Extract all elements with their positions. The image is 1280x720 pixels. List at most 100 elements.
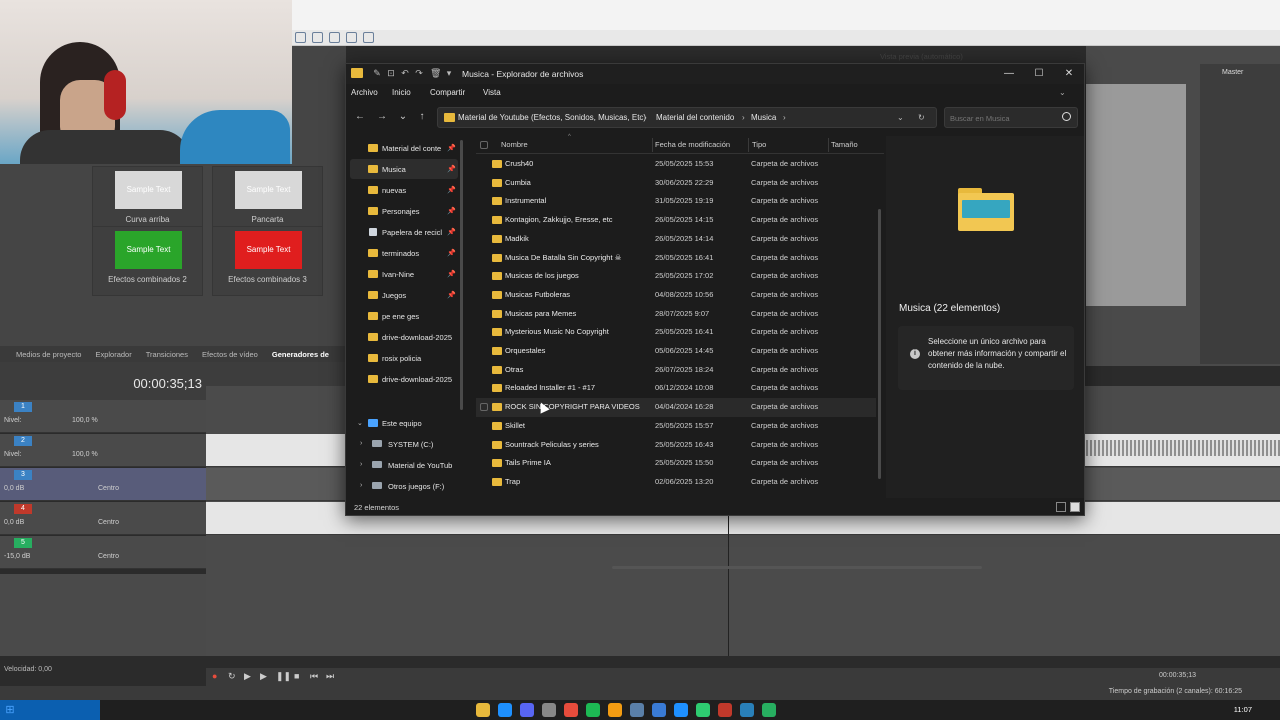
large-icons-view-icon[interactable] <box>1070 502 1080 512</box>
forward-icon[interactable]: → <box>375 110 389 124</box>
tab-generators[interactable]: Generadores de <box>272 350 329 359</box>
file-row[interactable]: Instrumental 31/05/2025 19:19 Carpeta de a… <box>476 192 876 211</box>
tab-video-effects[interactable]: Efectos de vídeo <box>202 350 258 359</box>
taskbar-app-icon[interactable] <box>498 703 512 717</box>
nav-item-nuevas[interactable]: nuevas 📌 <box>350 180 458 200</box>
column-date[interactable]: Fecha de modificación <box>655 140 730 149</box>
windows-start-icon[interactable]: ⊞ <box>2 702 18 718</box>
taskbar-app-icon[interactable] <box>762 703 776 717</box>
refresh-icon[interactable]: ↻ <box>918 113 925 122</box>
nav-item-personajes[interactable]: Personajes 📌 <box>350 201 458 221</box>
track-header[interactable]: 3 0,0 dB Centro <box>0 468 206 501</box>
nav-item-drive-download-2[interactable]: drive-download-2025 <box>350 369 458 389</box>
record-icon[interactable]: ● <box>212 671 217 681</box>
horizontal-scrollbar[interactable] <box>612 566 982 569</box>
chevron-right-icon[interactable]: › <box>360 461 362 468</box>
redo-icon[interactable]: ↷ <box>414 68 424 78</box>
customize-quick-access-icon[interactable]: ▾ <box>444 68 454 78</box>
menu-vista[interactable]: Vista <box>483 88 501 97</box>
taskbar-app-icon[interactable] <box>520 703 534 717</box>
menu-compartir[interactable]: Compartir <box>430 88 465 97</box>
tab-project-media[interactable]: Medios de proyecto <box>16 350 81 359</box>
taskbar-app-icon[interactable] <box>630 703 644 717</box>
search-input[interactable] <box>950 112 1055 124</box>
file-row[interactable]: Cumbia 30/06/2025 22:29 Carpeta de archivo… <box>476 174 876 193</box>
track-header[interactable]: 5 -15,0 dB Centro <box>0 536 206 569</box>
properties-icon[interactable]: ✎ <box>372 68 382 78</box>
file-row[interactable]: Skillet 25/05/2025 15:57 Carpeta de archiv… <box>476 417 876 436</box>
fx-tile[interactable]: Sample Text Efectos combinados 3 <box>212 226 323 296</box>
file-row[interactable]: Mysterious Music No Copyright 25/05/2025 … <box>476 323 876 342</box>
taskbar-app-icon[interactable] <box>740 703 754 717</box>
taskbar-app-icon[interactable] <box>542 703 556 717</box>
play-icon[interactable]: ▶ <box>244 671 251 682</box>
cursor-tool-icon[interactable] <box>295 32 306 43</box>
file-row[interactable]: Tails Prime IA 25/05/2025 15:50 Carpeta de… <box>476 454 876 473</box>
file-row[interactable]: Trap 02/06/2025 13:20 Carpeta de archivos <box>476 473 876 492</box>
breadcrumb-item[interactable]: Material del contenido <box>656 113 734 122</box>
file-list-scrollbar[interactable] <box>878 209 881 479</box>
details-view-icon[interactable] <box>1056 502 1066 512</box>
edit-tool-icon[interactable] <box>312 32 323 43</box>
file-row[interactable]: Crush40 25/05/2025 15:53 Carpeta de archiv… <box>476 155 876 174</box>
file-row[interactable]: Orquestales 05/06/2025 14:45 Carpeta de ar… <box>476 342 876 361</box>
new-folder-icon[interactable]: ⊡ <box>386 68 396 78</box>
play-from-start-icon[interactable]: ▶ <box>260 671 267 682</box>
nav-item-papelera[interactable]: Papelera de recicl 📌 <box>350 222 458 242</box>
track-header[interactable]: 1 Nivel: 100,0 % <box>0 400 206 433</box>
breadcrumb-item[interactable]: Musica <box>751 113 776 122</box>
taskbar-app-icon[interactable] <box>652 703 666 717</box>
file-row[interactable]: Kontagion, Zakkujjo, Eresse, etc 26/05/20… <box>476 211 876 230</box>
go-start-icon[interactable]: ⏮ <box>310 671 318 682</box>
menu-archivo[interactable]: Archivo <box>351 88 378 97</box>
column-divider[interactable] <box>748 138 749 152</box>
nav-item-juegos[interactable]: Juegos 📌 <box>350 285 458 305</box>
taskbar-app-icon[interactable] <box>586 703 600 717</box>
address-dropdown-icon[interactable]: ⌄ <box>897 113 904 122</box>
chevron-right-icon[interactable]: › <box>360 482 362 489</box>
select-tool-icon[interactable] <box>346 32 357 43</box>
nav-item-pe-ene-ges[interactable]: pe ene ges <box>350 306 458 326</box>
column-size[interactable]: Tamaño <box>831 140 858 149</box>
fx-tile[interactable]: Sample Text Efectos combinados 2 <box>92 226 203 296</box>
loop-icon[interactable]: ↻ <box>228 671 236 682</box>
taskbar-app-icon[interactable] <box>608 703 622 717</box>
nav-item-material-del-contenido[interactable]: Material del conte 📌 <box>350 138 458 158</box>
pause-icon[interactable]: ❚❚ <box>276 671 291 682</box>
taskbar-app-icon[interactable] <box>564 703 578 717</box>
preview-quality-label[interactable]: Vista previa (automático) <box>880 52 963 61</box>
explorer-titlebar[interactable]: ✎ ⊡ ↶ ↷ 🗑 ▾ Musica - Explorador de archi… <box>346 64 1084 84</box>
tab-transitions[interactable]: Transiciones <box>146 350 188 359</box>
envelope-tool-icon[interactable] <box>363 32 374 43</box>
expand-ribbon-icon[interactable]: ⌄ <box>1059 88 1066 97</box>
nav-item-drive-c[interactable]: › SYSTEM (C:) <box>350 434 458 454</box>
menu-inicio[interactable]: Inicio <box>392 88 411 97</box>
taskbar-clock[interactable]: 11:07 <box>1234 705 1252 714</box>
stop-icon[interactable]: ■ <box>294 671 299 681</box>
chevron-right-icon[interactable]: › <box>360 440 362 447</box>
taskbar-app-icon[interactable] <box>674 703 688 717</box>
file-row[interactable]: Musicas Futboleras 04/08/2025 10:56 Carpet… <box>476 286 876 305</box>
select-all-checkbox[interactable] <box>480 141 488 149</box>
nav-item-drive-material[interactable]: › Material de YouTub <box>350 455 458 475</box>
zoom-tool-icon[interactable] <box>329 32 340 43</box>
nav-item-musica[interactable]: Musica 📌 <box>350 159 458 179</box>
go-end-icon[interactable]: ⏭ <box>326 671 334 682</box>
nav-item-drive-download[interactable]: drive-download-2025 <box>350 327 458 347</box>
up-icon[interactable]: ↑ <box>415 110 429 124</box>
taskbar-app-icon[interactable] <box>476 703 490 717</box>
file-row[interactable]: Musicas de los juegos 25/05/2025 17:02 Car… <box>476 267 876 286</box>
track-header[interactable]: 2 Nivel: 100,0 % <box>0 434 206 467</box>
file-row[interactable]: Musicas para Memes 28/07/2025 9:07 Carpeta… <box>476 305 876 324</box>
file-row[interactable]: Musica De Batalla Sin Copyright ☠ 25/05/2… <box>476 249 876 268</box>
column-type[interactable]: Tipo <box>752 140 766 149</box>
chevron-down-icon[interactable]: ⌄ <box>357 419 363 427</box>
close-button[interactable]: ✕ <box>1054 64 1084 84</box>
breadcrumb-item[interactable]: Material de Youtube (Efectos, Sonidos, M… <box>458 113 646 122</box>
file-row[interactable]: Otras 26/07/2025 18:24 Carpeta de archivos <box>476 361 876 380</box>
search-box[interactable] <box>944 107 1078 128</box>
column-divider[interactable] <box>828 138 829 152</box>
nav-item-ivan-nine[interactable]: Ivan-Nine 📌 <box>350 264 458 284</box>
undo-icon[interactable]: ↶ <box>400 68 410 78</box>
maximize-button[interactable]: ☐ <box>1024 64 1054 84</box>
